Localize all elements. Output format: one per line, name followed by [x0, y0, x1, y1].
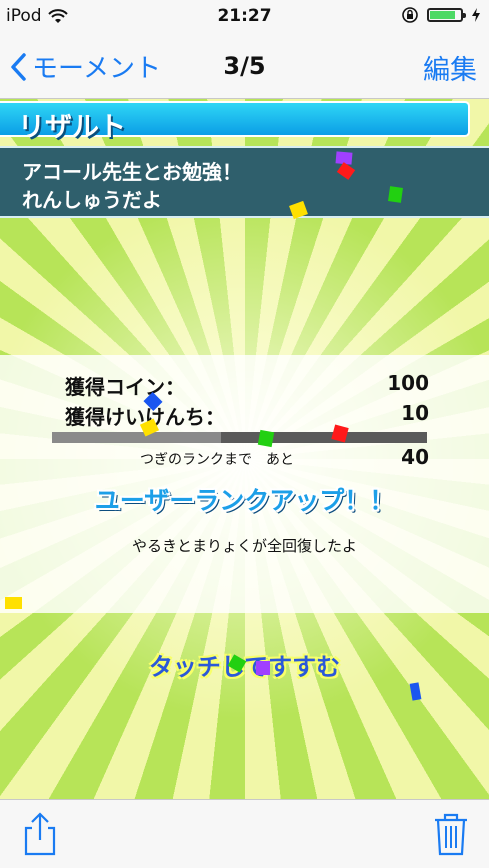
game-result-screen[interactable]: リザルト アコール先生とお勉強！ れんしゅうだよ 獲得コイン： 100 獲得けい…: [0, 99, 489, 799]
coins-value: 100: [387, 371, 429, 395]
confetti-piece: [256, 661, 270, 675]
edit-button[interactable]: 編集: [423, 48, 477, 87]
confetti-piece: [257, 429, 275, 448]
status-right: [401, 6, 481, 24]
confetti-piece: [5, 597, 22, 609]
page-title: 3/5: [223, 52, 266, 80]
lesson-line-2: れんしゅうだよ: [22, 188, 162, 212]
share-icon: [24, 812, 56, 856]
exp-value: 10: [401, 401, 429, 425]
next-rank-value: 40: [401, 445, 429, 469]
battery-fill: [430, 11, 456, 19]
exp-progress-fill: [52, 432, 221, 443]
rank-up-banner: ユーザーランクアップ！！: [94, 486, 395, 515]
results-panel: 獲得コイン： 100 獲得けいけんち： 10 つぎのランクまで あと 40 ユー…: [0, 355, 489, 613]
coins-label: 獲得コイン：: [65, 375, 185, 399]
charging-icon: [472, 8, 480, 22]
share-button[interactable]: [20, 812, 60, 856]
result-title: リザルト: [18, 112, 126, 143]
nav-bar: モーメント 3/5 編集: [0, 32, 489, 99]
rotation-lock-icon: [402, 7, 418, 23]
bottom-toolbar: [0, 799, 489, 868]
next-rank-label: つぎのランクまで あと: [140, 452, 294, 468]
battery-icon: [427, 8, 466, 22]
status-bar: iPod 21:27: [0, 0, 489, 32]
recovery-message: やるきとまりょくが全回復したよ: [131, 537, 357, 555]
trash-button[interactable]: [433, 812, 469, 856]
lesson-box: アコール先生とお勉強！ れんしゅうだよ: [0, 146, 489, 218]
exp-progress-bar: [52, 432, 427, 443]
result-banner: リザルト: [0, 101, 470, 143]
trash-icon: [435, 813, 467, 856]
lesson-line-1: アコール先生とお勉強！: [22, 160, 242, 184]
confetti-piece: [388, 186, 403, 203]
